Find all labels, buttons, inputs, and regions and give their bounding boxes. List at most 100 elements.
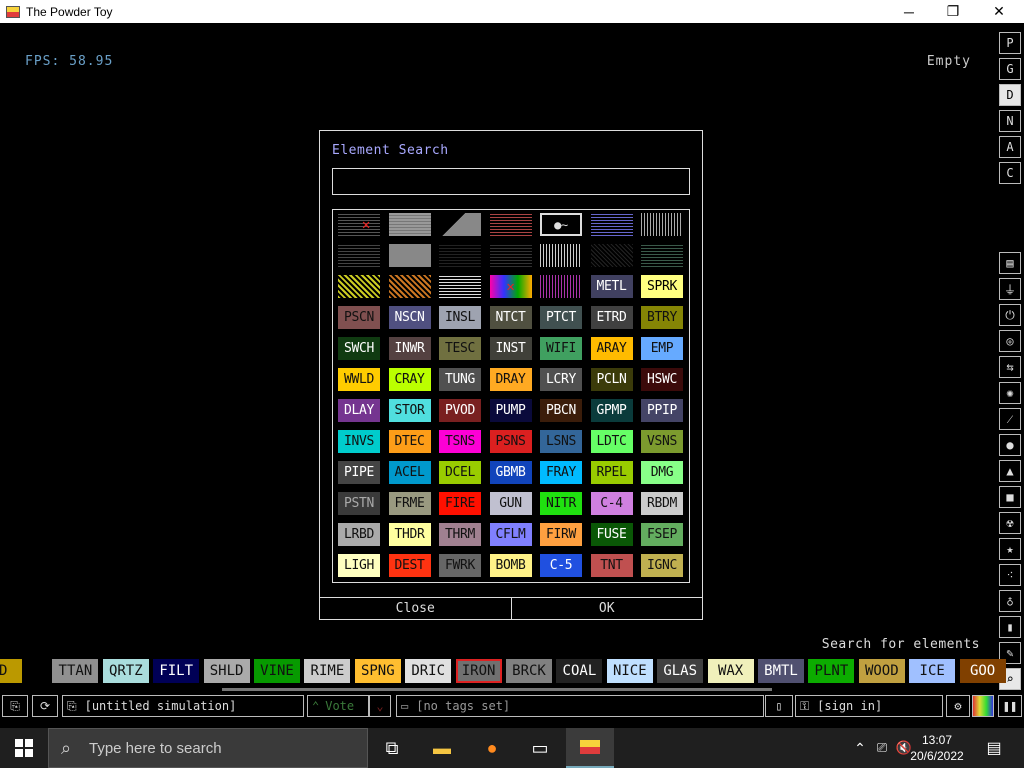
wall-tool-swatch[interactable] [388, 244, 431, 267]
element-etrd[interactable]: ETRD [590, 306, 633, 329]
element-bar-vine[interactable]: VINE [254, 659, 300, 683]
element-fuse[interactable]: FUSE [590, 523, 633, 546]
element-dlay[interactable]: DLAY [338, 399, 380, 422]
element-nscn[interactable]: NSCN [388, 306, 431, 329]
wall-tool-swatch[interactable] [540, 275, 582, 298]
element-bar-bmtl[interactable]: BMTL [758, 659, 804, 683]
element-ignc[interactable]: IGNC [641, 554, 683, 577]
element-gpmp[interactable]: GPMP [590, 399, 633, 422]
element-bar-wood[interactable]: WOOD [858, 659, 905, 683]
element-invs[interactable]: INVS [338, 430, 380, 453]
element-bar-plnt[interactable]: PLNT [808, 659, 855, 683]
powder-toy-taskbar-icon[interactable] [566, 728, 614, 768]
element-tung[interactable]: TUNG [439, 368, 481, 391]
wall-tool-swatch[interactable] [439, 275, 481, 298]
element-inwr[interactable]: INWR [388, 337, 431, 360]
menu-button-d[interactable]: D [999, 84, 1021, 106]
terminal-icon[interactable]: ▭ [516, 728, 564, 768]
wall-tool-swatch[interactable] [641, 244, 683, 267]
element-c-4[interactable]: C-4 [590, 492, 633, 515]
liquids-category-icon[interactable]: ● [999, 434, 1021, 456]
vote-up-button[interactable]: ⌃ Vote [307, 695, 369, 717]
radioactive-category-icon[interactable]: ☢ [999, 512, 1021, 534]
element-ldtc[interactable]: LDTC [590, 430, 633, 453]
element-search-input[interactable] [332, 168, 690, 195]
element-swch[interactable]: SWCH [338, 337, 380, 360]
element-pbcn[interactable]: PBCN [540, 399, 582, 422]
element-dest[interactable]: DEST [388, 554, 431, 577]
element-insl[interactable]: INSL [439, 306, 481, 329]
pause-icon[interactable]: ❚❚ [998, 695, 1022, 717]
element-bar-nice[interactable]: NICE [606, 659, 653, 683]
file-explorer-icon[interactable]: ▬ [418, 728, 466, 768]
start-button[interactable] [0, 728, 48, 768]
element-gun[interactable]: GUN [489, 492, 532, 515]
element-bar-ice[interactable]: ICE [909, 659, 956, 683]
element-tnt[interactable]: TNT [590, 554, 633, 577]
wall-tool-swatch[interactable] [439, 244, 481, 267]
life-category-icon[interactable]: ⁖ [999, 564, 1021, 586]
element-aray[interactable]: ARAY [590, 337, 633, 360]
element-vsns[interactable]: VSNS [641, 430, 683, 453]
notifications-icon[interactable]: ▤ [970, 728, 1018, 768]
element-thdr[interactable]: THDR [388, 523, 431, 546]
special-category-icon[interactable]: ★ [999, 538, 1021, 560]
save-name-box[interactable]: ⎘ [untitled simulation] [62, 695, 304, 717]
element-fsep[interactable]: FSEP [641, 523, 683, 546]
element-tesc[interactable]: TESC [439, 337, 481, 360]
open-icon[interactable]: ⎘ [2, 695, 28, 717]
element-metl[interactable]: METL [590, 275, 633, 298]
element-bar-filt[interactable]: FILT [153, 659, 200, 683]
element-wifi[interactable]: WIFI [540, 337, 582, 360]
element-pcln[interactable]: PCLN [590, 368, 633, 391]
favorites-category-icon[interactable]: ▮ [999, 616, 1021, 638]
element-gbmb[interactable]: GBMB [489, 461, 532, 484]
element-dmg[interactable]: DMG [641, 461, 683, 484]
wall-tool-swatch[interactable] [439, 213, 481, 236]
electronics-category-icon[interactable]: ⏚ [999, 278, 1021, 300]
element-pstn[interactable]: PSTN [338, 492, 380, 515]
maximize-button[interactable]: ❐ [930, 0, 976, 23]
element-psns[interactable]: PSNS [489, 430, 532, 453]
taskbar-search-box[interactable]: ⌕ Type here to search [48, 728, 368, 768]
simulation-canvas[interactable]: FPS: 58.95 Empty P G D N A C ▤ ⏚ ⏻ ◎ ⇆ ✺… [0, 23, 1024, 728]
element-pscn[interactable]: PSCN [338, 306, 380, 329]
element-bar-glas[interactable]: GLAS [657, 659, 704, 683]
wall-tool-swatch[interactable] [489, 244, 532, 267]
element-fwrk[interactable]: FWRK [439, 554, 481, 577]
element-wwld[interactable]: WWLD [338, 368, 380, 391]
element-inst[interactable]: INST [489, 337, 532, 360]
element-stor[interactable]: STOR [388, 399, 431, 422]
wall-tool-swatch[interactable] [388, 213, 431, 236]
render-mode-icon[interactable] [972, 695, 994, 717]
wall-tool-swatch[interactable] [590, 244, 633, 267]
element-pvod[interactable]: PVOD [439, 399, 481, 422]
gases-category-icon[interactable]: ⁄ [999, 408, 1021, 430]
element-emp[interactable]: EMP [641, 337, 683, 360]
element-ptct[interactable]: PTCT [540, 306, 582, 329]
element-ppip[interactable]: PPIP [641, 399, 683, 422]
element-sprk[interactable]: SPRK [641, 275, 683, 298]
element-bar-spng[interactable]: SPNG [354, 659, 401, 683]
element-rpel[interactable]: RPEL [590, 461, 633, 484]
element-nitr[interactable]: NITR [540, 492, 582, 515]
wall-tool-swatch[interactable] [338, 275, 380, 298]
wall-tool-swatch[interactable] [641, 213, 683, 236]
element-bar-dric[interactable]: DRIC [405, 659, 452, 683]
element-acel[interactable]: ACEL [388, 461, 431, 484]
login-box[interactable]: ⚿ [sign in] [795, 695, 943, 717]
element-dtec[interactable]: DTEC [388, 430, 431, 453]
wall-tool-swatch[interactable] [540, 244, 582, 267]
element-hswc[interactable]: HSWC [641, 368, 683, 391]
element-lrbd[interactable]: LRBD [338, 523, 380, 546]
menu-button-p[interactable]: P [999, 32, 1021, 54]
close-window-button[interactable]: ✕ [976, 0, 1022, 23]
element-c-5[interactable]: C-5 [540, 554, 582, 577]
element-bar-goo[interactable]: GOO [959, 659, 1006, 683]
menu-button-a[interactable]: A [999, 136, 1021, 158]
element-tsns[interactable]: TSNS [439, 430, 481, 453]
force-category-icon[interactable]: ⇆ [999, 356, 1021, 378]
powered-category-icon[interactable]: ⏻ [999, 304, 1021, 326]
element-bar-shld[interactable]: SHLD [203, 659, 250, 683]
element-bar-scrollbar[interactable] [222, 688, 772, 691]
